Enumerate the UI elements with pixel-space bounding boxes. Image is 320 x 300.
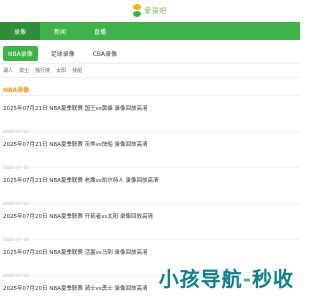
item-date: 2025-07-21: [3, 166, 30, 171]
watermark-part1: 小孩导航: [158, 267, 243, 291]
list-item[interactable]: 2025年07月21日 NBA夏季联赛 老鹰vs凯尔特人 录像回放高清 2025…: [3, 168, 300, 207]
tag-lakers[interactable]: 湖人: [3, 67, 13, 74]
item-title[interactable]: 2025年07月20日 NBA夏季联赛 开拓者vs太阳 录像回放高清: [3, 212, 300, 220]
logo-icon: [133, 4, 142, 18]
item-title[interactable]: 2025年07月21日 NBA夏季联赛 老鹰vs凯尔特人 录像回放高清: [3, 176, 300, 184]
category-tabs: NBA录像 足球录像 CBA录像: [0, 44, 300, 64]
watermark-part2: 秒收: [252, 267, 294, 291]
list-item[interactable]: 2025年07月20日 NBA夏季联赛 开拓者vs太阳 录像回放高清 2025-…: [3, 204, 300, 243]
nav-item-replay[interactable]: 录像: [0, 22, 40, 40]
nav-item-news[interactable]: 新闻: [40, 22, 80, 40]
tab-cba[interactable]: CBA录像: [88, 46, 122, 61]
item-title[interactable]: 2025年07月20日 NBA夏季联赛 活塞vs马刺 录像回放高清: [3, 248, 300, 256]
tab-nba[interactable]: NBA录像: [3, 46, 38, 61]
item-date: 2025-07-20: [3, 238, 30, 243]
item-date: 2025-07-21: [3, 202, 30, 207]
main-nav: 录像 新闻 直播: [0, 22, 300, 40]
watermark-text: 小孩导航-秒收: [159, 263, 294, 292]
watermark-dash: -: [242, 267, 252, 291]
watermark: 小孩导航-秒收: [159, 263, 294, 292]
item-date: 2025-07-21: [3, 130, 30, 135]
tag-warriors[interactable]: 勇士: [19, 67, 29, 74]
tag-mavericks[interactable]: 独行侠: [35, 67, 50, 74]
list-item[interactable]: 2025年07月21日 NBA夏季联赛 灰熊vs快船 录像回放高清 2025-0…: [3, 132, 300, 171]
item-title[interactable]: 2025年07月21日 NBA夏季联赛 国王vs黄蜂 录像回放高清: [3, 104, 300, 112]
section-title-text: NBA录像: [3, 86, 30, 94]
section-title: NBA录像: [0, 83, 300, 96]
tab-football[interactable]: 足球录像: [46, 46, 80, 61]
list-item[interactable]: 2025年07月21日 NBA夏季联赛 国王vs黄蜂 录像回放高清 2025-0…: [3, 96, 300, 135]
team-tags: 湖人 勇士 独行侠 太阳 快船: [0, 64, 300, 78]
site-logo[interactable]: 爱录吧: [133, 4, 167, 18]
tag-suns[interactable]: 太阳: [56, 67, 66, 74]
item-title[interactable]: 2025年07月21日 NBA夏季联赛 灰熊vs快船 录像回放高清: [3, 140, 300, 148]
top-header: 爱录吧: [0, 0, 300, 22]
tag-clippers[interactable]: 快船: [72, 67, 82, 74]
logo-text: 爱录吧: [144, 7, 167, 15]
nav-item-live[interactable]: 直播: [80, 22, 120, 40]
